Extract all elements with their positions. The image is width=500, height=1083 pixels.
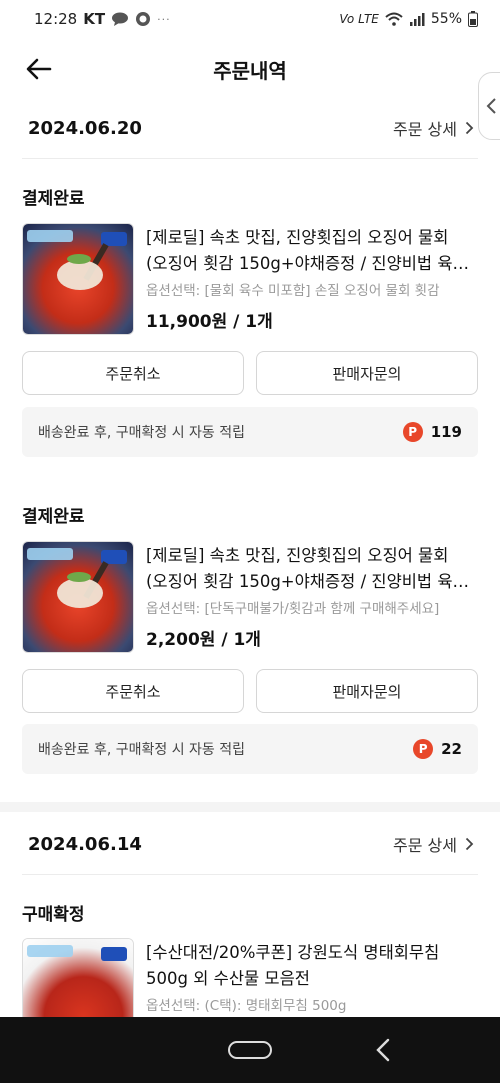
point-icon: P — [402, 422, 423, 442]
point-amount: 22 — [441, 740, 462, 758]
status-overflow: ··· — [157, 12, 171, 26]
starbucks-icon — [136, 12, 151, 26]
cancel-order-button[interactable]: 주문취소 — [22, 669, 244, 713]
order-date: 2024.06.14 — [28, 833, 142, 855]
back-arrow-icon[interactable] — [22, 52, 56, 86]
order-detail-label: 주문 상세 — [393, 836, 457, 855]
status-time: 12:28 — [34, 10, 78, 28]
status-bar: 12:28 KT ··· Vo LTE 55% — [0, 0, 500, 38]
nav-back-icon[interactable] — [372, 1037, 396, 1063]
chat-bubble-icon — [112, 12, 129, 26]
status-battery-text: 55% — [430, 11, 462, 27]
divider — [22, 158, 478, 159]
product-name[interactable]: [제로딜] 속초 맛집, 진양횟집의 오징어 물회(오징어 횟감 150g+야채… — [146, 225, 478, 277]
chevron-right-icon — [465, 837, 474, 851]
order-date: 2024.06.20 — [28, 117, 142, 139]
seller-inquiry-button[interactable]: 판매자문의 — [256, 669, 478, 713]
product-price: 11,900원 / 1개 — [146, 312, 273, 332]
order-detail-label: 주문 상세 — [393, 120, 457, 139]
battery-icon — [468, 11, 478, 27]
product-option: 옵션선택: [단독구매불가/횟감과 함께 구매해주세요] — [146, 601, 440, 617]
point-message: 배송완료 후, 구매확정 시 자동 적립 — [38, 425, 246, 441]
section-divider — [0, 802, 500, 812]
product-option: 옵션선택: (C택): 명태회무침 500g — [146, 998, 347, 1014]
signal-icon — [409, 13, 425, 26]
order-status: 결제완료 — [22, 189, 85, 209]
page-title: 주문내역 — [213, 58, 287, 83]
product-price: 2,200원 / 1개 — [146, 630, 261, 650]
order-item: [제로딜] 속초 맛집, 진양횟집의 오징어 물회(오징어 횟감 150g+야채… — [22, 223, 478, 335]
order-status: 구매확정 — [22, 905, 85, 925]
product-thumbnail[interactable] — [22, 223, 134, 335]
order-date-row: 2024.06.14 주문 상세 — [0, 814, 500, 874]
app-bar: 주문내역 — [0, 38, 500, 100]
seller-inquiry-button[interactable]: 판매자문의 — [256, 351, 478, 395]
divider — [22, 874, 478, 875]
product-name[interactable]: [수산대전/20%쿠폰] 강원도식 명태회무침 500g 외 수산물 모음전 — [146, 940, 478, 992]
status-carrier: KT — [83, 10, 106, 28]
system-nav-bar — [0, 1017, 500, 1083]
order-detail-link[interactable]: 주문 상세 — [393, 116, 474, 140]
product-thumbnail[interactable] — [22, 541, 134, 653]
order-detail-link[interactable]: 주문 상세 — [393, 832, 474, 856]
cancel-order-button[interactable]: 주문취소 — [22, 351, 244, 395]
order-item: [제로딜] 속초 맛집, 진양횟집의 오징어 물회(오징어 횟감 150g+야채… — [22, 541, 478, 653]
home-pill-icon[interactable] — [228, 1041, 272, 1059]
wifi-icon — [385, 12, 403, 26]
point-message: 배송완료 후, 구매확정 시 자동 적립 — [38, 742, 246, 758]
order-date-row: 2024.06.20 주문 상세 — [0, 98, 500, 158]
chevron-right-icon — [465, 121, 474, 135]
point-icon: P — [413, 739, 434, 759]
product-name[interactable]: [제로딜] 속초 맛집, 진양횟집의 오징어 물회(오징어 횟감 150g+야채… — [146, 543, 478, 595]
status-network: Vo LTE — [339, 12, 379, 26]
point-info: 배송완료 후, 구매확정 시 자동 적립 P 22 — [22, 724, 478, 774]
order-status: 결제완료 — [22, 507, 85, 527]
product-option: 옵션선택: [물회 육수 미포함] 손질 오징어 물회 횟감 — [146, 283, 440, 299]
point-info: 배송완료 후, 구매확정 시 자동 적립 P 119 — [22, 407, 478, 457]
point-amount: 119 — [430, 423, 462, 441]
